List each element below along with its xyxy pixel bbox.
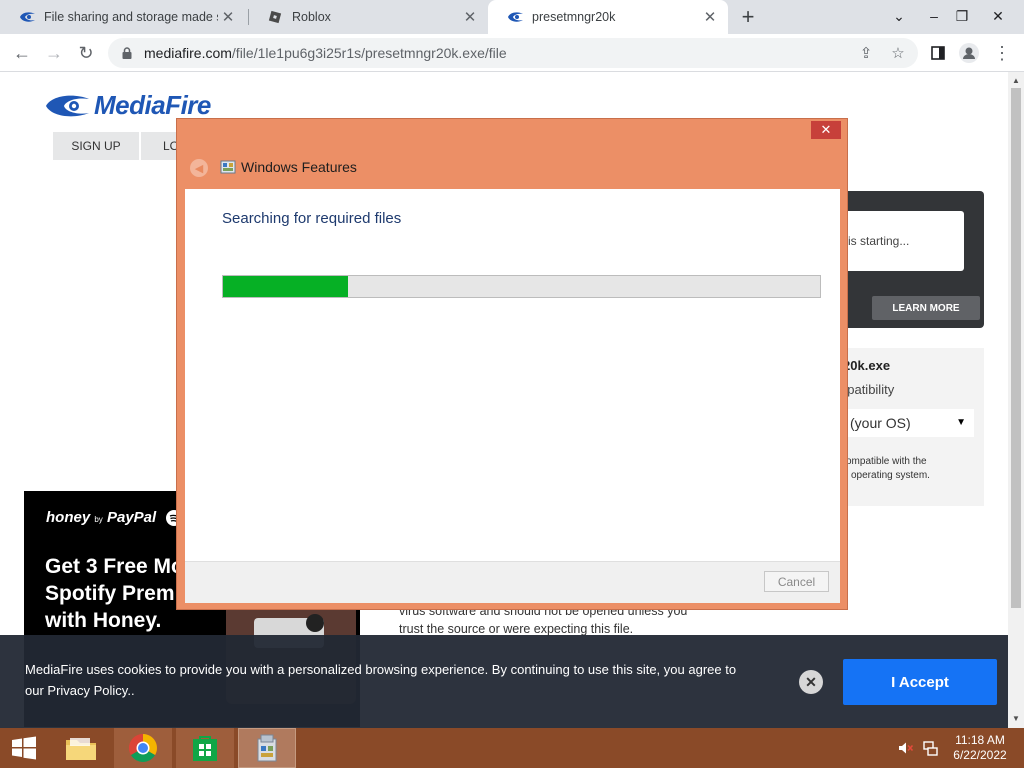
profile-avatar-icon[interactable] — [955, 39, 983, 67]
clock-date: 6/22/2022 — [953, 748, 1007, 762]
side-panel-icon[interactable] — [924, 39, 952, 67]
windows-features-icon — [220, 160, 236, 174]
dialog-status-text: Searching for required files — [222, 210, 402, 227]
star-icon[interactable]: ☆ — [888, 43, 908, 63]
compat-note-line: l operating system. — [846, 470, 930, 481]
browser-toolbar: ← → ↻ mediafire.com/file/1le1pu6g3i25r1s… — [0, 34, 1024, 72]
ad-headline: Get 3 Free Mo Spotify Prem with Honey. — [45, 553, 184, 634]
close-window-icon[interactable]: ✕ — [984, 2, 1012, 30]
mediafire-icon — [506, 8, 524, 26]
close-tab-icon[interactable]: ✕ — [700, 7, 720, 27]
ad-headline-line: Get 3 Free Mo — [45, 555, 184, 578]
windows-logo-icon — [12, 736, 36, 760]
ad-headline-line: with Honey. — [45, 609, 162, 632]
url-path: /file/1le1pu6g3i25r1s/presetmngr20k.exe/… — [231, 45, 507, 61]
forward-arrow-icon[interactable]: → — [40, 39, 68, 67]
scrollbar-thumb[interactable] — [1011, 88, 1021, 608]
dialog-body: Searching for required files — [185, 189, 840, 561]
close-tab-icon[interactable]: ✕ — [460, 7, 480, 27]
cookie-banner: MediaFire uses cookies to provide you wi… — [0, 635, 1008, 728]
installer-icon — [257, 734, 277, 762]
caret-down-icon: ▼ — [956, 417, 966, 428]
reload-icon[interactable]: ↻ — [72, 39, 100, 67]
sign-up-button[interactable]: SIGN UP — [53, 132, 139, 160]
tab-roblox[interactable]: Roblox ✕ — [248, 0, 488, 34]
back-arrow-icon[interactable]: ◀ — [190, 159, 208, 177]
login-button[interactable]: LO — [141, 132, 179, 160]
url-text: mediafire.com/file/1le1pu6g3i25r1s/prese… — [144, 45, 507, 61]
honey-logo: honey — [46, 509, 91, 526]
dialog-footer: Cancel — [185, 561, 840, 603]
cookie-close-button[interactable]: ✕ — [799, 670, 823, 694]
share-icon[interactable]: ⇪ — [856, 43, 876, 63]
start-button[interactable] — [0, 728, 48, 768]
browser-tabstrip: File sharing and storage made si ✕ Roblo… — [0, 0, 1024, 34]
windows-features-dialog: ✕ ◀ Windows Features Searching for requi… — [176, 118, 848, 610]
paypal-logo: PayPal — [106, 509, 157, 526]
dialog-title: Windows Features — [241, 159, 357, 175]
mediafire-logo[interactable]: MediaFire — [44, 90, 211, 121]
lock-icon — [122, 47, 132, 59]
compat-note-line: ompatible with the — [846, 456, 927, 467]
menu-dots-icon[interactable]: ⋮ — [988, 39, 1016, 67]
tab-presetmngr20k[interactable]: presetmngr20k ✕ — [488, 0, 728, 34]
roblox-icon — [266, 8, 284, 26]
back-arrow-icon[interactable]: ← — [8, 39, 36, 67]
compatibility-note: ompatible with the l operating system. — [846, 455, 976, 483]
mediafire-flame-icon — [46, 95, 89, 116]
os-select-value: (your OS) — [850, 415, 911, 431]
scroll-up-icon[interactable]: ▲ — [1012, 76, 1020, 85]
close-tab-icon[interactable]: ✕ — [218, 7, 238, 27]
cookie-message: MediaFire uses cookies to provide you wi… — [25, 662, 737, 698]
mediafire-icon — [18, 8, 36, 26]
windows-taskbar: 11:18 AM 6/22/2022 — [0, 728, 1024, 768]
taskbar-file-explorer[interactable] — [52, 728, 110, 768]
taskbar-clock[interactable]: 11:18 AM 6/22/2022 — [948, 733, 1012, 763]
cancel-button[interactable]: Cancel — [764, 571, 829, 592]
scroll-down-icon[interactable]: ▼ — [1012, 714, 1020, 723]
restore-icon[interactable]: ❐ — [948, 2, 976, 30]
new-tab-button[interactable]: + — [736, 4, 760, 29]
address-bar[interactable]: mediafire.com/file/1le1pu6g3i25r1s/prese… — [108, 38, 918, 68]
learn-more-button[interactable]: LEARN MORE — [872, 296, 980, 320]
ad-brand: honey by PayPal — [46, 509, 183, 527]
compatibility-label: npatibility — [840, 382, 895, 397]
network-icon[interactable] — [920, 728, 940, 768]
logo-text: MediaFire — [94, 90, 211, 120]
progress-bar — [222, 275, 821, 298]
folder-icon — [66, 738, 96, 760]
chevron-down-icon[interactable]: ⌄ — [885, 2, 913, 30]
accept-cookies-button[interactable]: I Accept — [843, 659, 997, 705]
volume-muted-icon[interactable] — [896, 728, 916, 768]
tab-title: Roblox — [292, 10, 331, 24]
taskbar-windows-features[interactable] — [238, 728, 296, 768]
tab-mediafire-home[interactable]: File sharing and storage made si ✕ — [0, 0, 246, 34]
url-host: mediafire.com — [144, 45, 232, 61]
taskbar-chrome[interactable] — [114, 728, 172, 768]
tab-title: presetmngr20k — [532, 10, 616, 24]
progress-fill — [223, 276, 349, 297]
tab-title: File sharing and storage made si — [44, 10, 218, 24]
clock-time: 11:18 AM — [955, 733, 1005, 747]
ad-headline-line: Spotify Prem — [45, 582, 175, 605]
minimize-icon[interactable]: – — [920, 2, 948, 30]
chrome-icon — [129, 734, 157, 762]
store-icon — [193, 736, 217, 761]
os-select[interactable]: (your OS) ▼ — [840, 409, 974, 437]
ad-by: by — [94, 515, 103, 524]
dialog-close-button[interactable]: ✕ — [811, 121, 841, 139]
taskbar-store[interactable] — [176, 728, 234, 768]
page-scrollbar[interactable]: ▲ ▼ — [1008, 72, 1024, 728]
